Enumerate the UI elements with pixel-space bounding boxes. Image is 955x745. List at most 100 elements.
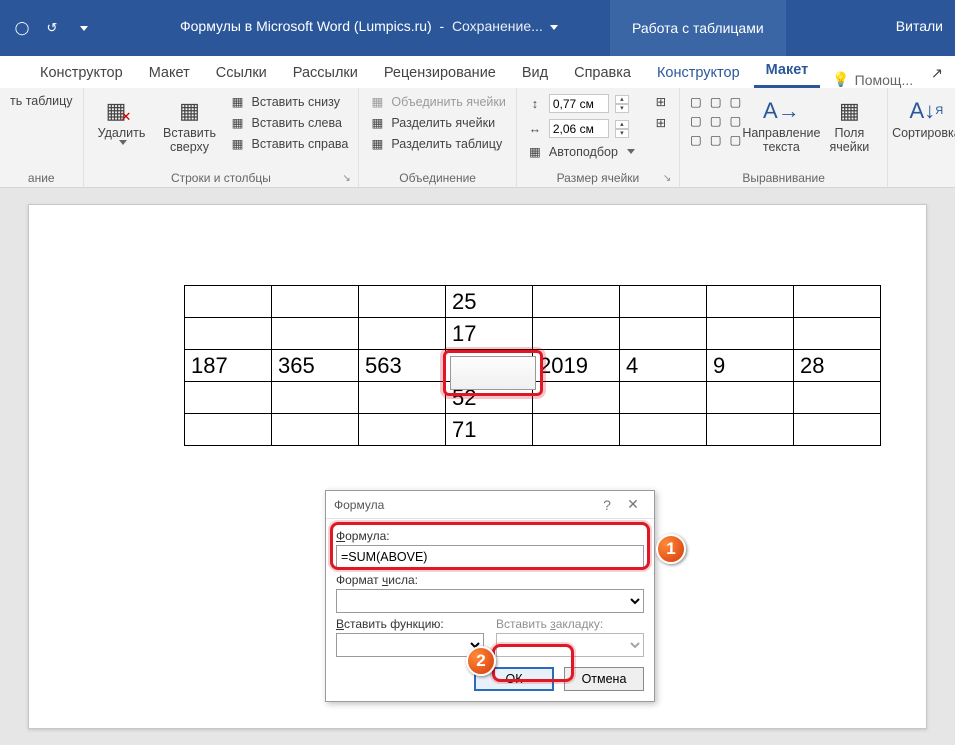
group-merge-label: Объединение	[365, 169, 510, 185]
insert-below-button[interactable]: ▦Вставить снизу	[226, 92, 353, 111]
col-width-icon: ↔	[527, 122, 543, 136]
align-top-left[interactable]: ▢	[686, 92, 706, 111]
undo-icon[interactable]: ↺	[44, 20, 60, 36]
distribute-rows-button[interactable]: ⊞	[649, 92, 673, 111]
rows-cols-dialog-launcher[interactable]: ↘	[342, 173, 354, 185]
group-rows-columns: ▦✕ Удалить ▦ Вставить сверху ▦Вставить с…	[84, 88, 360, 187]
align-top-right[interactable]: ▢	[726, 92, 746, 111]
lightbulb-icon: 💡	[832, 71, 849, 88]
table-row[interactable]: 52	[185, 382, 881, 414]
group-data-label	[894, 169, 955, 185]
col-width-control[interactable]: ↔ ▴▾	[523, 117, 639, 140]
cell-margins-button[interactable]: ▦ Поля ячейки	[817, 92, 881, 159]
insert-above-button[interactable]: ▦ Вставить сверху	[158, 92, 222, 159]
draw-table-button[interactable]: ть таблицу	[6, 92, 77, 110]
insert-below-icon: ▦	[230, 94, 246, 109]
group-merge: ▦Объединить ячейки ▦Разделить ячейки ▦Ра…	[359, 88, 517, 187]
row-height-input[interactable]	[549, 94, 609, 113]
tab-references[interactable]: Ссылки	[204, 59, 279, 88]
row-height-control[interactable]: ↕ ▴▾	[523, 92, 639, 115]
split-cells-button[interactable]: ▦Разделить ячейки	[365, 113, 510, 132]
align-middle-left[interactable]: ▢	[686, 111, 706, 130]
tab-table-constructor[interactable]: Конструктор	[645, 59, 752, 88]
titlebar: ◯ ↺ Формулы в Microsoft Word (Lumpics.ru…	[0, 0, 955, 56]
number-format-select[interactable]	[336, 589, 644, 613]
tab-mailings[interactable]: Рассылки	[281, 59, 370, 88]
col-width-input[interactable]	[549, 119, 609, 138]
row-height-icon: ↕	[527, 97, 543, 111]
dialog-title: Формула	[334, 498, 594, 512]
height-spinner[interactable]: ▴▾	[615, 95, 629, 113]
insert-right-button[interactable]: ▦Вставить справа	[226, 134, 353, 153]
ribbon: ть таблицу ание ▦✕ Удалить ▦ Вставить св…	[0, 88, 955, 188]
group-alignment-label: Выравнивание	[686, 169, 881, 185]
cell-size-dialog-launcher[interactable]: ↘	[663, 173, 675, 185]
insert-left-button[interactable]: ▦Вставить слева	[226, 113, 353, 132]
group-rows-columns-label: Строки и столбцы	[90, 169, 353, 185]
table-tools-context-tab: Работа с таблицами	[610, 0, 786, 56]
cell-margins-icon: ▦	[839, 96, 860, 126]
tab-review[interactable]: Рецензирование	[372, 59, 508, 88]
insert-left-icon: ▦	[230, 115, 246, 130]
word-table[interactable]: 25 17 187365563 20194928 52 71	[184, 285, 881, 446]
split-table-icon: ▦	[369, 136, 385, 151]
number-format-label: Формат числа:	[336, 573, 644, 587]
delete-button[interactable]: ▦✕ Удалить	[90, 92, 154, 149]
align-middle-center[interactable]: ▢	[706, 111, 726, 130]
ribbon-tabs: Конструктор Макет Ссылки Рассылки Реценз…	[0, 56, 955, 88]
table-row[interactable]: 187365563 20194928	[185, 350, 881, 382]
autosave-toggle[interactable]: ◯	[14, 20, 30, 36]
qat-dropdown-icon[interactable]	[74, 20, 90, 36]
align-top-center[interactable]: ▢	[706, 92, 726, 111]
tell-me-search[interactable]: 💡Помощ...	[832, 71, 913, 88]
table-row[interactable]: 25	[185, 286, 881, 318]
tab-help[interactable]: Справка	[562, 59, 643, 88]
align-bottom-left[interactable]: ▢	[686, 130, 706, 149]
selected-cell[interactable]	[446, 350, 533, 382]
tab-table-layout[interactable]: Макет	[754, 56, 821, 88]
align-bottom-center[interactable]: ▢	[706, 130, 726, 149]
distribute-cols-button[interactable]: ⊞	[649, 113, 673, 132]
dialog-close-icon[interactable]: ✕	[620, 496, 646, 513]
cancel-button[interactable]: Отмена	[564, 667, 644, 691]
text-direction-icon: A→	[763, 96, 800, 126]
split-table-button[interactable]: ▦Разделить таблицу	[365, 134, 510, 153]
insert-function-label: Вставить функцию:	[336, 617, 484, 631]
tab-view[interactable]: Вид	[510, 59, 560, 88]
insert-bookmark-label: Вставить закладку:	[496, 617, 644, 631]
table-row[interactable]: 17	[185, 318, 881, 350]
distribute-rows-icon: ⊞	[653, 94, 669, 109]
sort-icon: A↓Я	[910, 96, 944, 126]
document-title: Формулы в Microsoft Word (Lumpics.ru) - …	[180, 18, 558, 34]
group-data: A↓Я Сортировка	[888, 88, 955, 187]
quick-access-toolbar: ◯ ↺	[0, 20, 90, 36]
group-draw: ть таблицу ание	[0, 88, 84, 187]
width-spinner[interactable]: ▴▾	[615, 120, 629, 138]
tab-layout[interactable]: Макет	[137, 59, 202, 88]
annotation-badge-1: 1	[656, 534, 686, 564]
share-button[interactable]: ↗	[919, 60, 955, 88]
group-alignment: ▢ ▢ ▢ ▢ ▢ ▢ ▢ ▢ ▢ A→ Направление текста	[680, 88, 888, 187]
split-cells-icon: ▦	[369, 115, 385, 130]
formula-label: Формула:	[336, 529, 644, 543]
delete-icon: ▦✕	[106, 96, 138, 126]
merge-cells-icon: ▦	[369, 94, 385, 109]
insert-right-icon: ▦	[230, 136, 246, 151]
tab-constructor[interactable]: Конструктор	[28, 59, 135, 88]
annotation-badge-2: 2	[466, 646, 496, 676]
user-name[interactable]: Витали	[896, 18, 943, 34]
group-cell-size: ↕ ▴▾ ↔ ▴▾ ▦Автоподбор ⊞ ⊞ Размер ячейки …	[517, 88, 680, 187]
dialog-titlebar[interactable]: Формула ? ✕	[326, 491, 654, 519]
insert-function-select[interactable]	[336, 633, 484, 657]
group-draw-label: ание	[6, 169, 77, 185]
text-direction-button[interactable]: A→ Направление текста	[749, 92, 813, 159]
sort-button[interactable]: A↓Я Сортировка	[894, 92, 955, 144]
formula-input[interactable]	[336, 545, 644, 569]
dialog-help-icon[interactable]: ?	[594, 497, 620, 513]
insert-bookmark-select	[496, 633, 644, 657]
autofit-icon: ▦	[527, 144, 543, 159]
insert-above-icon: ▦	[179, 96, 200, 126]
group-cell-size-label: Размер ячейки	[523, 169, 673, 185]
table-row[interactable]: 71	[185, 414, 881, 446]
autofit-button[interactable]: ▦Автоподбор	[523, 142, 639, 161]
